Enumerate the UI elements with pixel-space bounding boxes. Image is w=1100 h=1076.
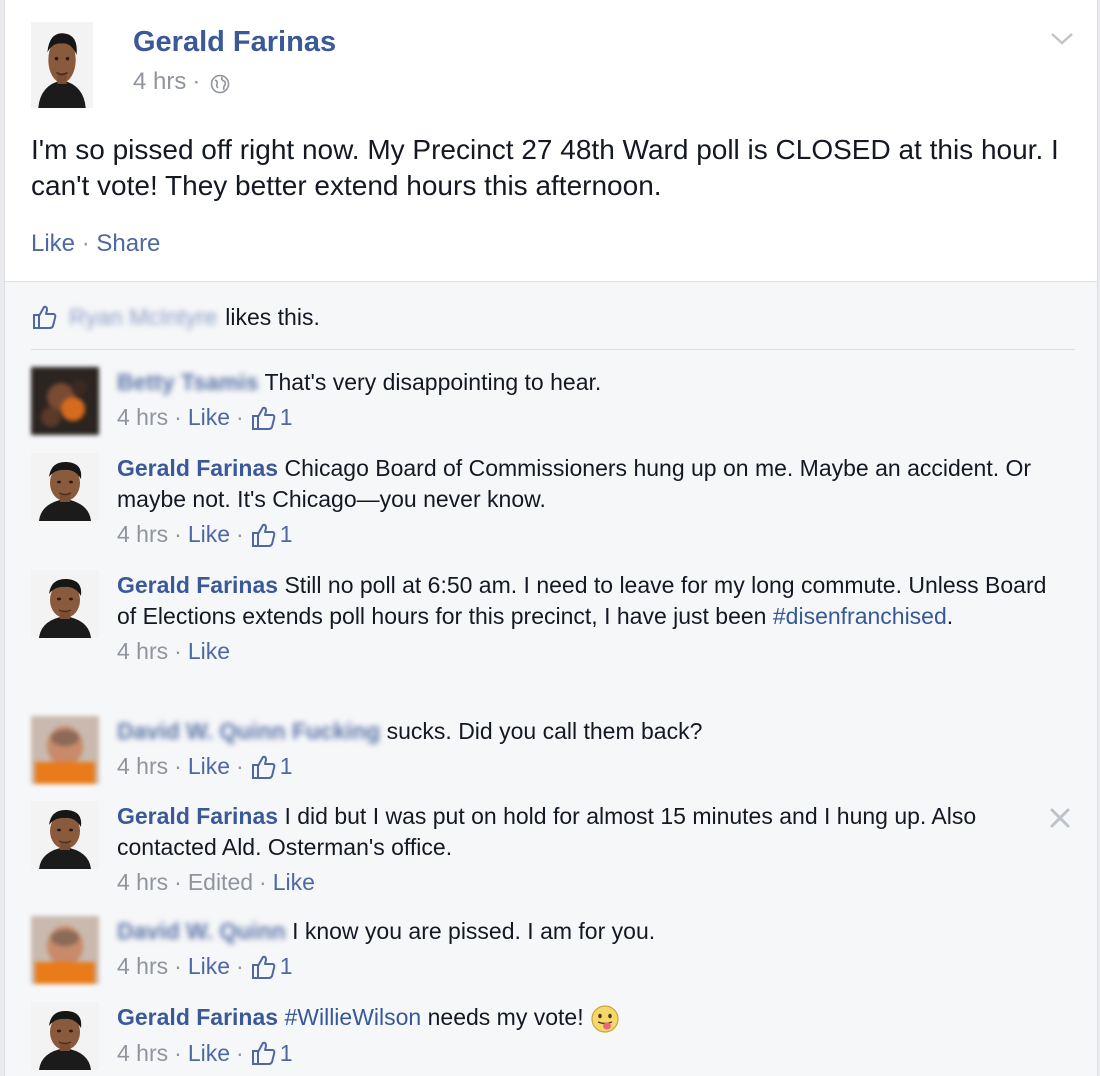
thumbs-up-icon	[250, 404, 278, 432]
post-actions: Like · Share	[31, 230, 160, 258]
comment-like-count[interactable]: 1	[250, 1038, 293, 1069]
comment-time[interactable]: 4 hrs	[117, 1038, 168, 1069]
comment-body: Betty Tsamis That's very disappointing t…	[117, 367, 1057, 433]
like-count-value: 1	[279, 1039, 293, 1066]
comment-text: needs my vote!	[427, 1004, 584, 1030]
comment-like-count[interactable]: 1	[250, 751, 293, 782]
comment-time[interactable]: 4 hrs	[117, 867, 168, 898]
comment-text-end: .	[946, 603, 954, 629]
feedback-section: Ryan McIntyre likes this. Betty Tsamis T…	[5, 281, 1097, 1076]
thumbs-up-icon	[31, 303, 59, 331]
like-button[interactable]: Like	[31, 230, 75, 257]
comment-body: Gerald Farinas Chicago Board of Commissi…	[117, 453, 1057, 550]
comment-author[interactable]: David W. Quinn Fucking	[117, 718, 380, 744]
comment-text: That's very disappointing to hear.	[264, 369, 602, 395]
comment-meta: 4 hrs · Like · 1	[117, 402, 1057, 433]
comment-like-count[interactable]: 1	[250, 519, 293, 550]
comment-time[interactable]: 4 hrs	[117, 751, 168, 782]
share-button[interactable]: Share	[96, 230, 160, 257]
comment-author[interactable]: Gerald Farinas	[117, 572, 278, 598]
commenter-avatar[interactable]	[31, 367, 99, 435]
commenter-avatar[interactable]	[31, 801, 99, 869]
post-body-text: I'm so pissed off right now. My Precinct…	[31, 134, 1059, 201]
comment-time[interactable]: 4 hrs	[117, 519, 168, 550]
commenter-avatar[interactable]	[31, 1002, 99, 1070]
author-avatar[interactable]	[31, 22, 93, 108]
comment-like-button[interactable]: Like	[188, 751, 230, 782]
like-count-value: 1	[279, 953, 293, 979]
comment-body: Gerald Farinas Still no poll at 6:50 am.…	[117, 570, 1057, 667]
comment-text: I know you are pissed. I am for you.	[292, 918, 656, 944]
commenter-avatar[interactable]	[31, 570, 99, 638]
divider	[31, 349, 1075, 350]
comment-like-button[interactable]: Like	[188, 636, 230, 667]
comment-like-count[interactable]: 1	[250, 402, 293, 433]
comment-meta: 4 hrs · Like · 1	[117, 751, 1057, 782]
comment-meta: 4 hrs · Like · 1	[117, 951, 1057, 982]
like-count-value: 1	[279, 521, 293, 547]
thumbs-up-icon	[250, 753, 278, 781]
comment-body: Gerald Farinas I did but I was put on ho…	[117, 801, 1017, 898]
comment-text: sucks. Did you call them back?	[386, 718, 703, 744]
comment-like-button[interactable]: Like	[188, 402, 230, 433]
post-timestamp[interactable]: 4 hrs	[133, 68, 186, 96]
meta-separator: ·	[192, 68, 201, 95]
comment-author[interactable]: Gerald Farinas	[117, 1004, 278, 1030]
comment-like-button[interactable]: Like	[273, 867, 315, 898]
comment-meta: 4 hrs · Like · 1	[117, 519, 1057, 550]
commenter-avatar[interactable]	[31, 716, 99, 784]
post-meta: 4 hrs ·	[133, 68, 230, 96]
chevron-down-icon[interactable]	[1049, 30, 1075, 48]
comment-body: David W. Quinn I know you are pissed. I …	[117, 916, 1057, 982]
actions-separator: ·	[75, 230, 97, 257]
likes-summary: Ryan McIntyre likes this.	[31, 302, 320, 332]
hashtag-link[interactable]: #disenfranchised	[773, 603, 947, 629]
post-header: Gerald Farinas 4 hrs ·	[5, 0, 1097, 120]
tongue-out-emoji-icon	[590, 1005, 619, 1033]
thumbs-up-icon	[250, 521, 278, 549]
hashtag-link[interactable]: #WillieWilson	[284, 1004, 421, 1030]
comment-time[interactable]: 4 hrs	[117, 951, 168, 982]
thumbs-up-icon	[250, 953, 278, 981]
comment-body: David W. Quinn Fucking sucks. Did you ca…	[117, 716, 1057, 782]
comment-time[interactable]: 4 hrs	[117, 636, 168, 667]
close-icon[interactable]	[1049, 807, 1071, 829]
likes-suffix: likes this.	[225, 303, 320, 330]
comment-like-count[interactable]: 1	[250, 951, 293, 982]
like-count-value: 1	[279, 753, 293, 779]
comment-meta: 4 hrs · Like · 1	[117, 1038, 1057, 1069]
like-count-value: 1	[279, 404, 293, 430]
comment-meta: 4 hrs · Edited · Like	[117, 867, 1017, 898]
comment-body: Gerald Farinas #WillieWilson needs my vo…	[117, 1002, 1057, 1069]
comment-author[interactable]: David W. Quinn	[117, 918, 286, 944]
globe-icon[interactable]	[210, 74, 230, 94]
commenter-avatar[interactable]	[31, 916, 99, 984]
comment-meta: 4 hrs · Like	[117, 636, 1057, 667]
comment-author[interactable]: Betty Tsamis	[117, 369, 258, 395]
comment-time[interactable]: 4 hrs	[117, 402, 168, 433]
liker-name[interactable]: Ryan McIntyre	[69, 304, 217, 331]
post-author-name[interactable]: Gerald Farinas	[133, 26, 336, 59]
comment-like-button[interactable]: Like	[188, 519, 230, 550]
thumbs-up-icon	[250, 1039, 278, 1067]
comment-like-button[interactable]: Like	[188, 951, 230, 982]
comment-like-button[interactable]: Like	[188, 1038, 230, 1069]
edited-label[interactable]: Edited	[188, 867, 253, 898]
comment-author[interactable]: Gerald Farinas	[117, 803, 278, 829]
comment-author[interactable]: Gerald Farinas	[117, 455, 278, 481]
post-card: Gerald Farinas 4 hrs · I'm so pissed off…	[4, 0, 1098, 1076]
commenter-avatar[interactable]	[31, 453, 99, 521]
